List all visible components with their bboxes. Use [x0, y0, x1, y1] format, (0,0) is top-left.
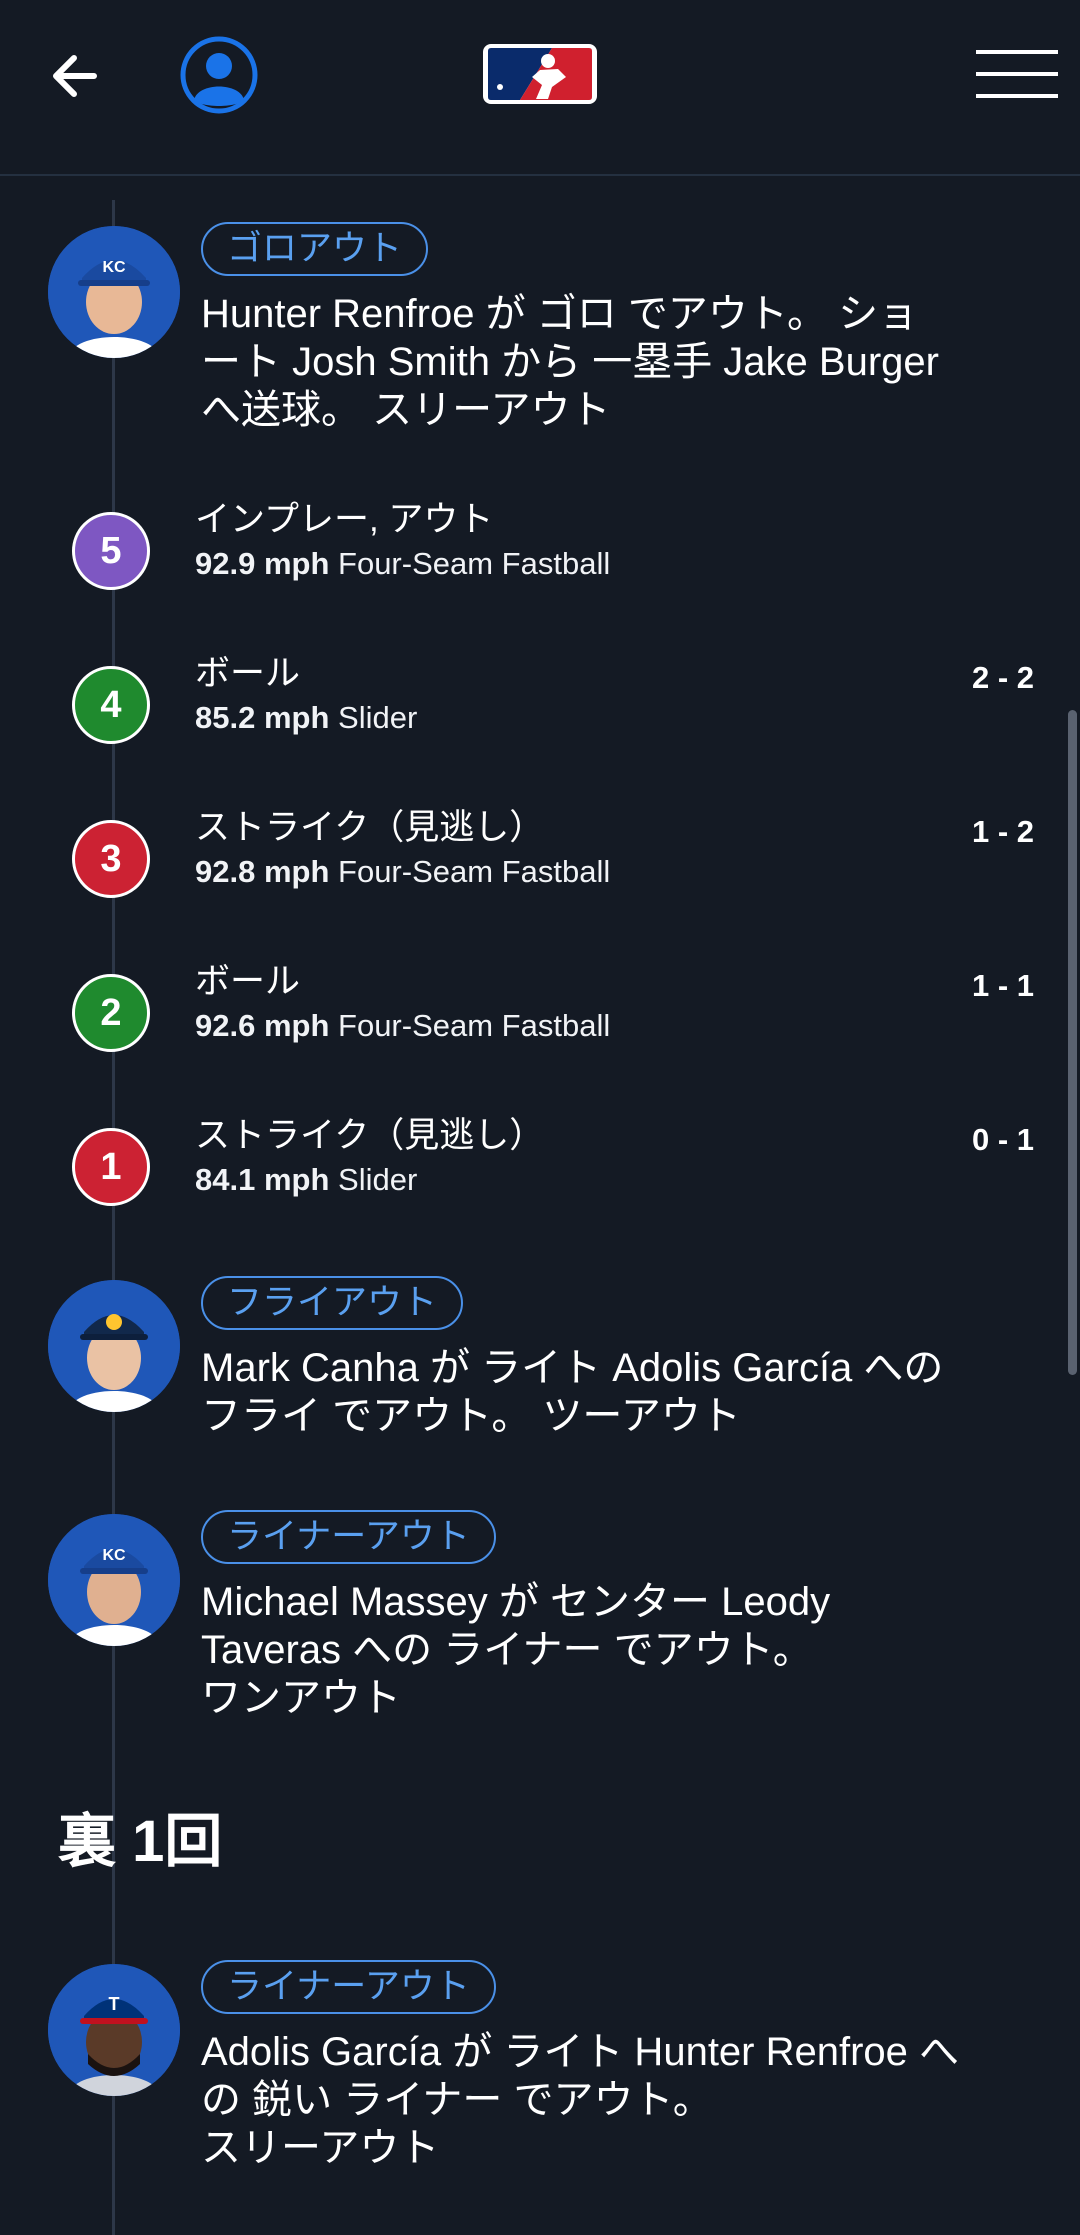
play-description: Mark Canha が ライト Adolis García への フライ でア…	[201, 1344, 1041, 1440]
pitch-speed: 84.1 mph	[195, 1162, 330, 1197]
pitch-row[interactable]: 5 インプレー, アウト 92.9 mph Four-Seam Fastball	[0, 500, 1080, 628]
pitch-speed: 85.2 mph	[195, 700, 330, 735]
pitch-result: インプレー, アウト	[195, 500, 494, 539]
player-photo: KC	[48, 226, 180, 358]
play-result-badge: ライナーアウト	[201, 1960, 496, 2014]
pitch-detail: 85.2 mph Slider	[195, 698, 417, 738]
pitch-result: ストライク（見逃し）	[195, 808, 545, 847]
inning-title: 裏 1回	[58, 1809, 223, 1874]
description-line: ワンアウト	[201, 1676, 401, 1720]
back-arrow-icon[interactable]	[44, 44, 108, 108]
pitch-number-circle: 2	[72, 974, 150, 1052]
play-result-badge: ライナーアウト	[201, 1510, 496, 1564]
mlb-logo[interactable]	[482, 43, 598, 105]
pitch-result: ストライク（見逃し）	[195, 1116, 545, 1155]
pitch-speed: 92.6 mph	[195, 1008, 330, 1043]
ball-strike-count: 0 - 1	[971, 1122, 1034, 1157]
pitch-type: Four-Seam Fastball	[338, 1008, 611, 1043]
pitch-type: Four-Seam Fastball	[338, 546, 611, 581]
pitch-detail: 92.8 mph Four-Seam Fastball	[195, 852, 610, 892]
pitch-result: ボール	[195, 962, 301, 1001]
player-photo: KC	[48, 1514, 180, 1646]
player-avatar: KC	[48, 226, 180, 358]
player-avatar	[48, 1280, 180, 1412]
description-line: Taveras への ライナー でアウト。	[201, 1628, 813, 1672]
description-line: Michael Massey が センター Leody	[201, 1580, 831, 1624]
svg-text:KC: KC	[102, 259, 126, 276]
play-result-badge: フライアウト	[201, 1276, 464, 1330]
app-header	[0, 0, 1080, 176]
description-line: ート Josh Smith から 一塁手 Jake Burger	[201, 340, 939, 384]
description-line: Adolis García が ライト Hunter Renfroe へ	[201, 2030, 960, 2074]
pitch-type: Four-Seam Fastball	[338, 854, 611, 889]
svg-text:T: T	[109, 1994, 120, 2014]
pitch-speed: 92.8 mph	[195, 854, 330, 889]
svg-text:KC: KC	[102, 1547, 126, 1564]
description-line: フライ でアウト。 ツーアウト	[201, 1394, 741, 1438]
ball-strike-count: 1 - 1	[971, 968, 1034, 1003]
pitch-detail: 92.9 mph Four-Seam Fastball	[195, 544, 610, 584]
pitch-row[interactable]: 2 ボール 92.6 mph Four-Seam Fastball 1 - 1	[0, 962, 1080, 1090]
pitch-speed: 92.9 mph	[195, 546, 330, 581]
pitch-detail: 92.6 mph Four-Seam Fastball	[195, 1006, 610, 1046]
play-description: Adolis García が ライト Hunter Renfroe へ の 鋭…	[201, 2028, 1041, 2172]
pitch-type: Slider	[338, 700, 418, 735]
description-line: へ送球。 スリーアウト	[201, 388, 611, 432]
pitch-number-circle: 5	[72, 512, 150, 590]
description-line: の 鋭い ライナー でアウト。	[201, 2078, 713, 2122]
player-photo: T	[48, 1964, 180, 2096]
description-line: Hunter Renfroe が ゴロ でアウト。 ショ	[201, 292, 919, 336]
player-avatar: KC	[48, 1514, 180, 1646]
ball-strike-count: 2 - 2	[971, 660, 1034, 695]
pitch-number-circle: 4	[72, 666, 150, 744]
play-result-badge: ゴロアウト	[201, 222, 429, 276]
pitch-number-circle: 3	[72, 820, 150, 898]
play-description: Hunter Renfroe が ゴロ でアウト。 ショ ート Josh Smi…	[201, 290, 1041, 434]
player-photo	[48, 1280, 180, 1412]
pitch-result: ボール	[195, 654, 301, 693]
pitch-row[interactable]: 1 ストライク（見逃し） 84.1 mph Slider 0 - 1	[0, 1116, 1080, 1244]
pitch-row[interactable]: 3 ストライク（見逃し） 92.8 mph Four-Seam Fastball…	[0, 808, 1080, 936]
pitch-row[interactable]: 4 ボール 85.2 mph Slider 2 - 2	[0, 654, 1080, 782]
pitch-type: Slider	[338, 1162, 418, 1197]
profile-icon[interactable]	[180, 36, 258, 114]
hamburger-menu-icon[interactable]	[976, 48, 1058, 100]
pitch-detail: 84.1 mph Slider	[195, 1160, 417, 1200]
player-avatar: T	[48, 1964, 180, 2096]
play-description: Michael Massey が センター Leody Taveras への ラ…	[201, 1578, 1041, 1722]
ball-strike-count: 1 - 2	[971, 814, 1034, 849]
pitch-number-circle: 1	[72, 1128, 150, 1206]
description-line: スリーアウト	[201, 2126, 440, 2170]
description-line: Mark Canha が ライト Adolis García への	[201, 1346, 944, 1390]
